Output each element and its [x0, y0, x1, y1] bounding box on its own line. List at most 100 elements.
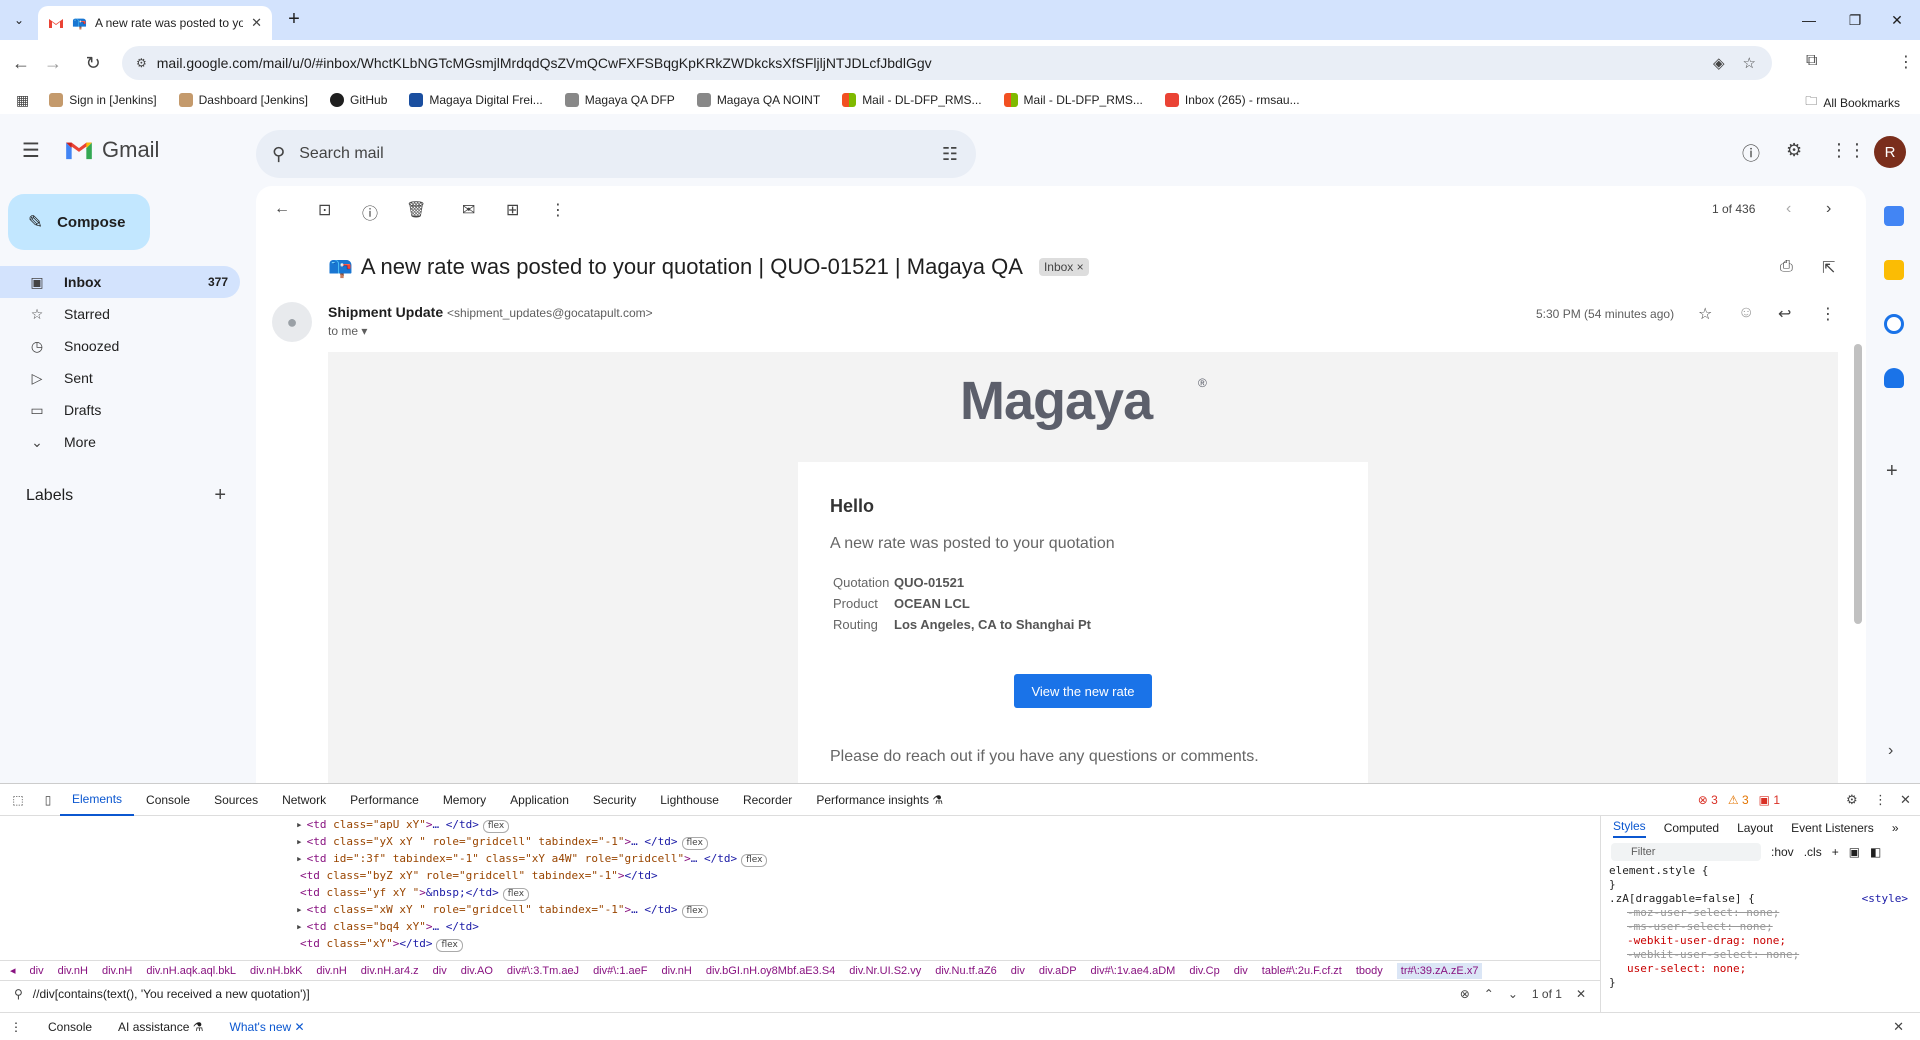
dom-node-line[interactable]: ▸ <td class="apU xY">… </td> flex: [0, 816, 1580, 833]
remove-label-icon[interactable]: ×: [1077, 260, 1084, 274]
flex-badge[interactable]: flex: [436, 939, 463, 952]
dom-breadcrumb[interactable]: div.nH: [661, 965, 691, 977]
dom-breadcrumb[interactable]: div.aDP: [1039, 965, 1077, 977]
emoji-react-icon[interactable]: ☺: [1738, 304, 1754, 322]
dom-node-line[interactable]: ▸ <td id=":3f" tabindex="-1" class="xY a4…: [0, 850, 1580, 867]
reload-icon[interactable]: ↻: [80, 50, 106, 76]
restore-icon[interactable]: ❐: [1832, 0, 1878, 40]
close-find-icon[interactable]: ✕: [1576, 987, 1586, 1001]
flex-badge[interactable]: flex: [502, 888, 530, 901]
show-side-panel-icon[interactable]: ›: [1888, 742, 1893, 760]
tab-security[interactable]: Security: [581, 784, 648, 816]
archive-icon[interactable]: ⊡: [318, 200, 331, 220]
bookmark-item[interactable]: GitHub: [330, 93, 387, 107]
dom-breadcrumb[interactable]: div.nH: [316, 965, 346, 977]
dom-breadcrumb[interactable]: div.AO: [461, 965, 493, 977]
flex-badge[interactable]: flex: [681, 905, 708, 918]
dom-breadcrumb[interactable]: div.nH: [58, 965, 88, 977]
bookmark-item[interactable]: Sign in [Jenkins]: [49, 93, 157, 107]
search-icon[interactable]: ⚲: [272, 144, 285, 165]
tab-recorder[interactable]: Recorder: [731, 784, 804, 816]
tab-application[interactable]: Application: [498, 784, 581, 816]
sidebar-item-sent[interactable]: ▷ Sent: [0, 362, 240, 394]
tab-event-listeners[interactable]: Event Listeners: [1791, 821, 1874, 835]
css-property[interactable]: -webkit-user-select: none;: [1609, 948, 1920, 962]
new-tab-button[interactable]: +: [282, 8, 306, 32]
dom-node-line[interactable]: <td class="byZ xY" role="gridcell" tabin…: [0, 867, 1580, 884]
add-label-icon[interactable]: +: [214, 484, 226, 507]
dom-node-line[interactable]: <td class="xY"></td> flex: [0, 935, 1580, 952]
crumbs-scroll-left-icon[interactable]: ◂: [10, 964, 16, 977]
tab-layout[interactable]: Layout: [1737, 821, 1773, 835]
flex-badge[interactable]: flex: [741, 854, 768, 867]
search-bar[interactable]: ⚲ Search mail ☷: [256, 130, 976, 178]
expand-triangle-icon[interactable]: ▸: [296, 818, 303, 831]
message-scrollbar[interactable]: [1854, 344, 1862, 624]
tab-memory[interactable]: Memory: [431, 784, 498, 816]
newer-chevron-icon[interactable]: ‹: [1786, 200, 1791, 218]
tab-sources[interactable]: Sources: [202, 784, 270, 816]
dom-node-line[interactable]: ▸ <td class="bq4 xY">… </td>: [0, 918, 1580, 935]
site-info-icon[interactable]: ⚙: [136, 56, 147, 70]
tasks-icon[interactable]: [1884, 314, 1904, 334]
dom-breadcrumb[interactable]: tbody: [1356, 965, 1383, 977]
dom-breadcrumb[interactable]: div.Cp: [1189, 965, 1219, 977]
expand-triangle-icon[interactable]: ▸: [296, 852, 303, 865]
move-to-icon[interactable]: ⊞: [506, 200, 519, 220]
report-spam-icon[interactable]: ⓘ: [362, 200, 378, 224]
sidebar-item-inbox[interactable]: ▣ Inbox 377: [0, 266, 240, 298]
main-menu-icon[interactable]: ☰: [22, 138, 40, 163]
more-tabs-icon[interactable]: »: [1892, 821, 1899, 835]
sidebar-item-drafts[interactable]: ▭ Drafts: [0, 394, 240, 426]
help-icon[interactable]: ⓘ: [1742, 140, 1760, 166]
more-actions-icon[interactable]: ⋮: [550, 200, 566, 220]
devtools-issue-counters[interactable]: ⊗ 3 ⚠ 3 ▣ 1: [1698, 793, 1780, 807]
cls-toggle[interactable]: .cls: [1804, 845, 1822, 859]
bookmark-item[interactable]: Mail - DL-DFP_RMS...: [842, 93, 982, 107]
bookmark-item[interactable]: Magaya QA NOINT: [696, 93, 820, 107]
keep-icon[interactable]: [1884, 260, 1904, 280]
dom-breadcrumb[interactable]: div: [1234, 965, 1248, 977]
sidebar-item-starred[interactable]: ☆ Starred: [0, 298, 240, 330]
computed-sidebar-icon[interactable]: ◧: [1870, 845, 1881, 859]
dom-breadcrumb[interactable]: div#\:1v.ae4.aDM: [1091, 965, 1176, 977]
flex-badge[interactable]: flex: [482, 820, 510, 833]
device-toolbar-icon[interactable]: ▯: [36, 793, 60, 807]
expand-triangle-icon[interactable]: ▸: [296, 835, 303, 848]
dom-breadcrumb[interactable]: div#\:1.aeF: [593, 965, 647, 977]
tab-elements[interactable]: Elements: [60, 784, 135, 816]
back-to-inbox-icon[interactable]: ←: [274, 200, 290, 218]
delete-icon[interactable]: 🗑: [406, 200, 426, 220]
print-icon[interactable]: ⎙: [1780, 258, 1793, 276]
dom-breadcrumb[interactable]: div: [433, 965, 447, 977]
calendar-icon[interactable]: [1884, 206, 1904, 226]
account-avatar[interactable]: R: [1874, 136, 1906, 168]
toggle-rendering-icon[interactable]: ▣: [1849, 845, 1860, 859]
find-next-icon[interactable]: ⌄: [1508, 987, 1518, 1001]
dom-breadcrumb[interactable]: div.Nr.UI.S2.vy: [849, 965, 921, 977]
devtools-settings-icon[interactable]: ⚙: [1846, 792, 1858, 808]
tab-performance-insights[interactable]: Performance insights ⚗: [804, 784, 955, 816]
star-message-icon[interactable]: ☆: [1698, 304, 1712, 324]
drawer-tab-console[interactable]: Console: [48, 1020, 92, 1034]
tab-performance[interactable]: Performance: [338, 784, 431, 816]
css-rules[interactable]: element.style {} <style> .zA[draggable=fal…: [1601, 864, 1920, 990]
css-selector[interactable]: element.style {: [1609, 864, 1920, 878]
google-apps-icon[interactable]: ⋮⋮: [1830, 140, 1866, 161]
clear-find-icon[interactable]: ⊗: [1460, 987, 1470, 1001]
minimize-icon[interactable]: —: [1786, 0, 1832, 40]
eye-off-icon[interactable]: ◈: [1713, 54, 1725, 72]
inspect-element-icon[interactable]: ⬚: [6, 793, 30, 807]
tab-styles[interactable]: Styles: [1613, 819, 1646, 838]
view-new-rate-button[interactable]: View the new rate: [1014, 674, 1152, 708]
dom-breadcrumb[interactable]: div.nH: [102, 965, 132, 977]
close-tab-icon[interactable]: ✕: [295, 1020, 305, 1034]
tab-computed[interactable]: Computed: [1664, 821, 1719, 835]
styles-filter-input[interactable]: Filter: [1611, 843, 1761, 861]
settings-gear-icon[interactable]: ⚙: [1786, 140, 1802, 161]
css-property[interactable]: -webkit-user-drag: none;: [1609, 934, 1920, 948]
inbox-label-badge[interactable]: Inbox ×: [1038, 258, 1089, 276]
gmail-logo[interactable]: Gmail: [64, 137, 159, 163]
drawer-menu-icon[interactable]: ⋮: [10, 1020, 22, 1034]
hov-toggle[interactable]: :hov: [1771, 845, 1794, 859]
